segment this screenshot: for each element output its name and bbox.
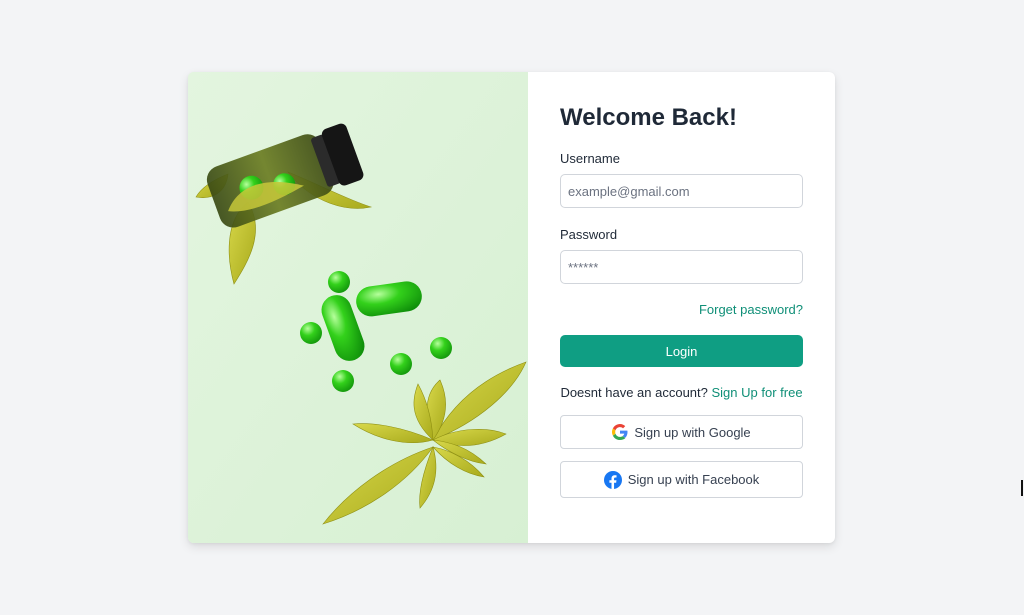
username-label: Username <box>560 151 620 166</box>
facebook-signup-label: Sign up with Facebook <box>627 472 760 487</box>
forget-password-link[interactable]: Forget password? <box>699 302 803 317</box>
hero-image <box>188 72 528 543</box>
page-title: Welcome Back! <box>560 104 737 131</box>
signup-prompt-text: Doesnt have an account? <box>560 385 708 400</box>
login-card: Welcome Back! Username Password Forget p… <box>188 72 835 543</box>
password-input[interactable] <box>560 250 803 284</box>
signup-link[interactable]: Sign Up for free <box>712 385 803 400</box>
facebook-icon <box>603 470 622 489</box>
facebook-signup-button[interactable]: Sign up with Facebook <box>560 461 803 498</box>
username-input[interactable] <box>560 174 803 208</box>
pills-bottle-leaves-illustration <box>188 72 528 543</box>
google-signup-button[interactable]: Sign up with Google <box>560 415 803 449</box>
text-cursor <box>1021 480 1023 496</box>
signup-prompt: Doesnt have an account? Sign Up for free <box>560 385 803 400</box>
password-label: Password <box>560 227 618 242</box>
google-signup-label: Sign up with Google <box>634 424 751 440</box>
login-button[interactable]: Login <box>560 335 803 367</box>
google-icon <box>612 424 628 440</box>
